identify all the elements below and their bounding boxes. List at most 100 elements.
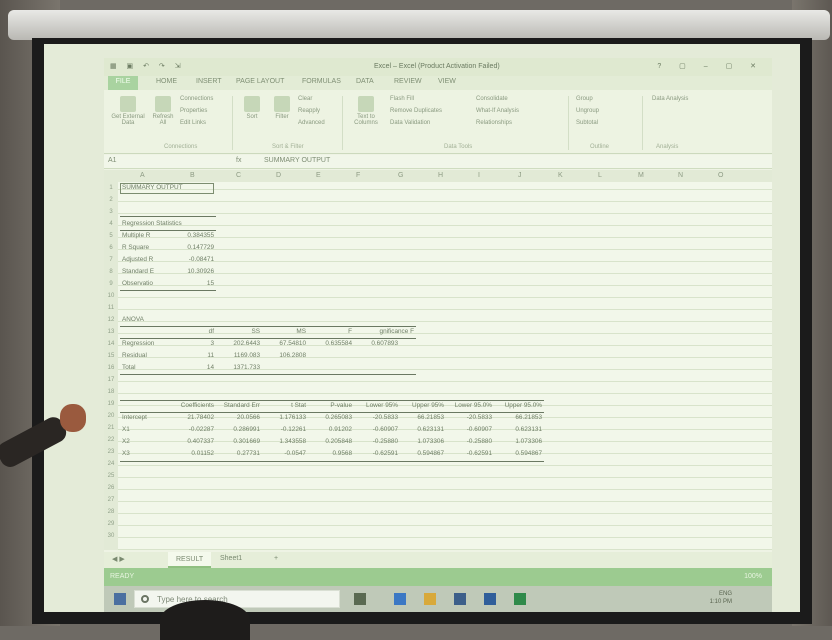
cell[interactable]: Coefficients (168, 402, 214, 409)
system-tray[interactable]: ENG 1:10 PM (710, 590, 732, 606)
column-header[interactable]: C (236, 172, 241, 179)
cell[interactable]: 20.0566 (216, 414, 260, 421)
clear-button[interactable]: Clear (298, 96, 312, 102)
cell[interactable]: 0.147729 (168, 244, 214, 251)
cell[interactable]: 0.01152 (168, 450, 214, 457)
cell[interactable]: Regression Statistics (122, 220, 182, 227)
cell[interactable]: 1.073306 (400, 438, 444, 445)
data-analysis-button[interactable]: Data Analysis (652, 96, 688, 102)
cell[interactable]: 0.27731 (216, 450, 260, 457)
subtotal-button[interactable]: Subtotal (576, 120, 598, 126)
cell[interactable]: 0.607893 (354, 340, 398, 347)
cell[interactable]: Lower 95% (354, 402, 398, 409)
cell[interactable]: 67.54810 (262, 340, 306, 347)
tab-formulas[interactable]: FORMULAS (302, 78, 341, 85)
column-header[interactable]: L (598, 172, 602, 179)
cell[interactable]: -0.25880 (354, 438, 398, 445)
column-header[interactable]: K (558, 172, 563, 179)
get-external-data-button[interactable]: Get External Data (108, 96, 148, 126)
cell[interactable]: 0.594867 (494, 450, 542, 457)
cell[interactable]: Lower 95.0% (446, 402, 492, 409)
cell[interactable]: 0.623131 (400, 426, 444, 433)
cell[interactable]: df (168, 328, 214, 335)
cell[interactable]: 0.91202 (308, 426, 352, 433)
cell[interactable]: SUMMARY OUTPUT (122, 184, 182, 191)
column-header[interactable]: M (638, 172, 644, 179)
cell[interactable]: -0.02287 (168, 426, 214, 433)
task-view-icon[interactable] (354, 593, 366, 605)
sheet-tab-result[interactable]: RESULT (168, 552, 212, 568)
cell[interactable]: 0.286991 (216, 426, 260, 433)
cell[interactable]: 0.265083 (308, 414, 352, 421)
column-header[interactable]: I (478, 172, 480, 179)
cell[interactable]: 0.9568 (308, 450, 352, 457)
refresh-all-button[interactable]: Refresh All (150, 96, 176, 126)
cell[interactable]: X3 (122, 450, 130, 457)
tab-data[interactable]: DATA (356, 78, 374, 85)
column-header[interactable]: O (718, 172, 723, 179)
cell[interactable]: -0.60907 (354, 426, 398, 433)
cell[interactable]: -20.5833 (446, 414, 492, 421)
cell[interactable]: 11 (168, 352, 214, 359)
cell[interactable]: -0.08471 (168, 256, 214, 263)
consolidate-button[interactable]: Consolidate (476, 96, 508, 102)
column-header[interactable]: E (316, 172, 321, 179)
cell[interactable]: 0.384355 (168, 232, 214, 239)
remove-duplicates-button[interactable]: Remove Duplicates (390, 108, 442, 114)
cell[interactable]: Upper 95% (400, 402, 444, 409)
column-header[interactable]: H (438, 172, 443, 179)
cell[interactable]: 0.623131 (494, 426, 542, 433)
cell[interactable]: 1.343558 (262, 438, 306, 445)
cell[interactable]: 0.594867 (400, 450, 444, 457)
cell[interactable]: 0.301669 (216, 438, 260, 445)
sheet-tab-sheet1[interactable]: Sheet1 (220, 555, 242, 562)
connections-button[interactable]: Connections (180, 96, 213, 102)
cell[interactable]: MS (262, 328, 306, 335)
cell[interactable]: Total (122, 364, 136, 371)
text-to-columns-button[interactable]: Text to Columns (348, 96, 384, 126)
tab-file[interactable]: FILE (108, 76, 138, 90)
excel-taskbar-icon[interactable] (514, 593, 526, 605)
edge-browser-icon[interactable] (394, 593, 406, 605)
tab-page-layout[interactable]: PAGE LAYOUT (236, 78, 284, 85)
window-controls[interactable]: ? ▢ – ▢ ✕ (657, 62, 764, 70)
data-validation-button[interactable]: Data Validation (390, 120, 430, 126)
edit-links-button[interactable]: Edit Links (180, 120, 206, 126)
name-box[interactable]: A1 (108, 157, 168, 164)
tab-view[interactable]: VIEW (438, 78, 456, 85)
cell[interactable]: 106.2808 (262, 352, 306, 359)
cell[interactable]: Standard E (122, 268, 154, 275)
cell[interactable]: 0.635584 (308, 340, 352, 347)
cell[interactable]: X2 (122, 438, 130, 445)
store-icon[interactable] (454, 593, 466, 605)
tab-review[interactable]: REVIEW (394, 78, 422, 85)
cell[interactable]: Standard Err (216, 402, 260, 409)
cell[interactable]: -0.0547 (262, 450, 306, 457)
file-explorer-icon[interactable] (424, 593, 436, 605)
cell[interactable]: 202.6443 (216, 340, 260, 347)
quick-access-toolbar[interactable]: ▦ ▣ ↶ ↷ ⇲ (110, 62, 185, 70)
cell[interactable]: -0.60907 (446, 426, 492, 433)
cell[interactable]: X1 (122, 426, 130, 433)
cell[interactable]: Intercept (122, 414, 147, 421)
relationships-button[interactable]: Relationships (476, 120, 512, 126)
cell[interactable]: 66.21853 (400, 414, 444, 421)
cell[interactable]: F (308, 328, 352, 335)
cell[interactable]: ANOVA (122, 316, 144, 323)
cell[interactable]: -20.5833 (354, 414, 398, 421)
cell[interactable]: -0.25880 (446, 438, 492, 445)
reapply-button[interactable]: Reapply (298, 108, 320, 114)
cell[interactable]: Observatio (122, 280, 153, 287)
zoom-level[interactable]: 100% (744, 573, 762, 580)
column-header[interactable]: J (518, 172, 522, 179)
cell[interactable]: Regression (122, 340, 154, 347)
cell[interactable]: -0.12261 (262, 426, 306, 433)
fx-icon[interactable]: fx (236, 157, 241, 164)
ungroup-button[interactable]: Ungroup (576, 108, 599, 114)
cell[interactable]: 15 (168, 280, 214, 287)
cell[interactable]: P-value (308, 402, 352, 409)
cell[interactable]: R Square (122, 244, 149, 251)
cell[interactable]: -0.62591 (446, 450, 492, 457)
cell[interactable]: Upper 95.0% (494, 402, 542, 409)
cell[interactable]: 1371.733 (216, 364, 260, 371)
